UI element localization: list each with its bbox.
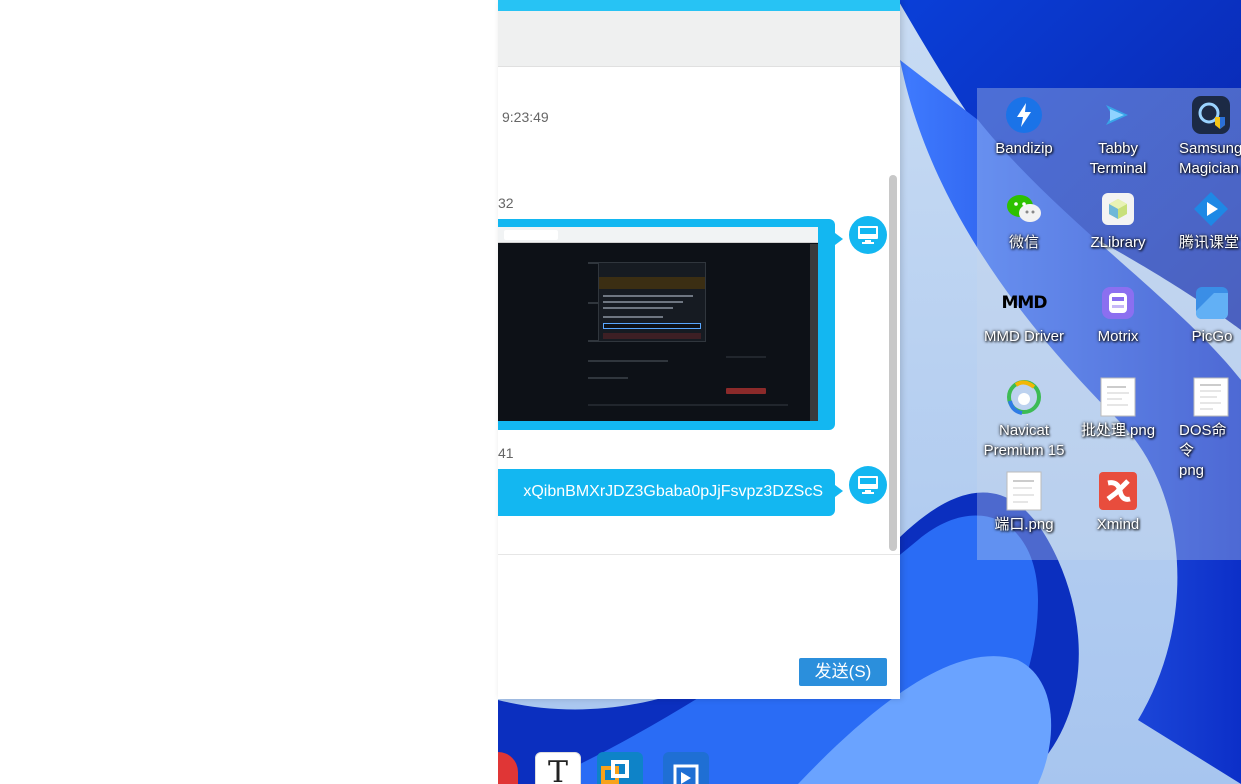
xmind-icon — [1098, 471, 1138, 511]
image-message-bubble[interactable] — [498, 219, 843, 430]
desktop-icon-tencent-classroom[interactable]: 腾讯课堂 — [1165, 189, 1241, 253]
confirm-dialog — [598, 262, 706, 342]
image-file-icon — [1004, 471, 1044, 511]
text-message-bubble[interactable]: xQibnBMXrJDZ3Gbaba0pJjFsvpz3DZScS — [498, 469, 843, 516]
browser-bar — [498, 227, 818, 243]
samsung-magician-icon — [1191, 95, 1231, 135]
desktop-icon-wechat[interactable]: 微信 — [977, 189, 1071, 253]
blank-area — [0, 0, 498, 784]
image-file-icon — [1191, 377, 1231, 417]
desktop-icon-batch-png[interactable]: 批处理.png — [1071, 377, 1165, 441]
message-text: xQibnBMXrJDZ3Gbaba0pJjFsvpz3DZScS — [523, 483, 823, 500]
desktop-icon-mmd-driver[interactable]: MMD MMD Driver — [977, 283, 1071, 347]
bandizip-icon — [1004, 95, 1044, 135]
desktop-icon-port-png[interactable]: 端口.png — [977, 471, 1071, 535]
desktop-icon-xmind[interactable]: Xmind — [1071, 471, 1165, 535]
wechat-icon — [1004, 189, 1044, 229]
bubble-tail — [835, 485, 843, 497]
screenshot-image[interactable] — [498, 227, 818, 421]
desktop-icon-motrix[interactable]: Motrix — [1071, 283, 1165, 347]
tabby-terminal-icon — [1098, 95, 1138, 135]
tencent-classroom-icon — [1191, 189, 1231, 229]
zlibrary-icon — [1098, 189, 1138, 229]
chat-toolbar — [498, 11, 900, 67]
desktop-icon-samsung-magician[interactable]: Samsung Magician — [1165, 95, 1241, 179]
desktop-icon-picgo[interactable]: PicGo — [1165, 283, 1241, 347]
desktop-icon-tabby[interactable]: Tabby Terminal — [1071, 95, 1165, 179]
desktop-icon-zlibrary[interactable]: ZLibrary — [1071, 189, 1165, 253]
window-title-bar[interactable] — [498, 0, 900, 11]
motrix-icon — [1098, 283, 1138, 323]
picgo-icon — [1192, 283, 1232, 323]
bubble-tail — [835, 233, 843, 245]
navicat-icon — [1004, 377, 1044, 417]
message-list[interactable]: 9:23:49 32 41 xQibnBMXrJDZ3Gbaba0pJjFsvp… — [498, 67, 900, 554]
desktop-icon-navicat[interactable]: Navicat Premium 15 — [977, 377, 1071, 461]
danger-button — [726, 388, 766, 394]
desktop-icon-dos-png[interactable]: DOS命令 png — [1165, 377, 1241, 481]
mmd-driver-icon: MMD — [1001, 293, 1048, 313]
remote-desktop-icon[interactable] — [663, 752, 709, 784]
computer-icon — [858, 476, 878, 494]
desktop-icon-bandizip[interactable]: Bandizip — [977, 95, 1071, 159]
computer-icon — [858, 226, 878, 244]
send-button[interactable]: 发送(S) — [799, 658, 887, 686]
typora-icon[interactable]: T — [535, 752, 581, 784]
message-timestamp: 9:23:49 — [502, 109, 549, 125]
message-timestamp: 32 — [498, 195, 514, 211]
image-file-icon — [1098, 377, 1138, 417]
vmware-icon[interactable] — [597, 752, 643, 784]
message-scrollbar[interactable] — [889, 175, 897, 551]
user-avatar[interactable] — [849, 216, 887, 254]
chat-window: 9:23:49 32 41 xQibnBMXrJDZ3Gbaba0pJjFsvp… — [498, 0, 900, 699]
user-avatar[interactable] — [849, 466, 887, 504]
message-input-area[interactable]: 发送(S) — [498, 554, 900, 699]
message-timestamp: 41 — [498, 445, 514, 461]
